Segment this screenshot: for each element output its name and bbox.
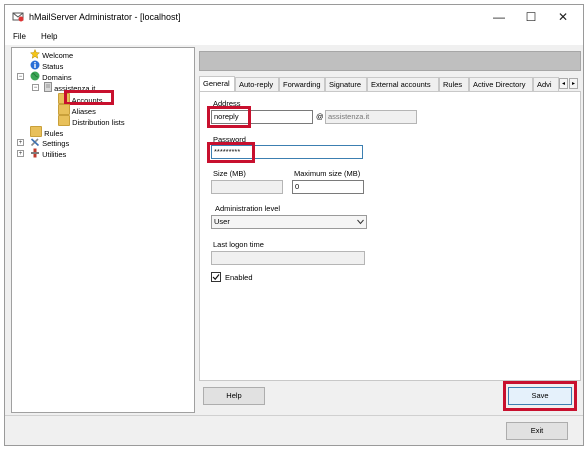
info-icon — [30, 60, 40, 70]
check-icon — [212, 274, 220, 281]
tree-item-welcome[interactable]: Welcome — [29, 48, 74, 60]
tab-signature[interactable]: Signature — [325, 77, 367, 91]
tools-icon — [30, 138, 40, 147]
at-sign: @ — [316, 112, 324, 121]
last-logon-label: Last logon time — [213, 240, 264, 249]
server-icon — [44, 82, 52, 92]
tree-label-status: Status — [42, 62, 64, 71]
tab-auto-reply[interactable]: Auto-reply — [235, 77, 279, 91]
chevron-down-icon — [357, 219, 364, 225]
tree-label-domains: Domains — [42, 73, 72, 82]
tab-external-accounts[interactable]: External accounts — [367, 77, 439, 91]
panel-header — [199, 51, 581, 71]
menu-help[interactable]: Help — [41, 32, 57, 41]
tab-general[interactable]: General — [199, 76, 235, 91]
tree-item-utilities[interactable]: Utilities — [30, 148, 66, 159]
tree-item-domains[interactable]: Domains — [30, 71, 72, 82]
app-icon — [12, 12, 24, 22]
expand-icon[interactable]: + — [17, 150, 24, 157]
help-button[interactable]: Help — [203, 387, 265, 405]
navigation-tree[interactable]: Welcome Status − Domains − assistenza.it… — [11, 47, 195, 413]
max-size-input[interactable]: 0 — [292, 180, 364, 194]
tab-active-directory[interactable]: Active Directory — [469, 77, 533, 91]
close-icon[interactable]: ✕ — [555, 10, 571, 24]
expand-icon[interactable]: + — [17, 139, 24, 146]
tab-scroll-right-icon[interactable]: ▸ — [569, 78, 578, 89]
tree-item-status[interactable]: Status — [30, 60, 63, 71]
exit-button[interactable]: Exit — [506, 422, 568, 440]
highlight-save — [503, 381, 577, 411]
size-field — [211, 180, 283, 194]
status-bar: Exit — [5, 415, 583, 445]
collapse-icon[interactable]: − — [32, 84, 39, 91]
menu-file[interactable]: File — [13, 32, 26, 41]
enabled-label: Enabled — [225, 273, 253, 282]
tree-item-distribution-lists[interactable]: Distribution lists — [58, 115, 125, 127]
minimize-icon[interactable]: — — [491, 10, 507, 24]
enabled-checkbox[interactable] — [211, 272, 221, 282]
maximize-icon[interactable]: ☐ — [523, 10, 539, 24]
app-window: hMailServer Administrator - [localhost] … — [4, 4, 584, 446]
last-logon-field — [211, 251, 365, 265]
folder-icon — [30, 126, 42, 137]
general-tab-page: Address noreply @ assistenza.it Password… — [199, 91, 581, 381]
folder-icon — [58, 104, 70, 115]
admin-level-value: User — [214, 217, 230, 226]
tree-label-distribution-lists: Distribution lists — [72, 118, 125, 127]
tree-item-aliases[interactable]: Aliases — [58, 104, 96, 116]
tree-item-rules[interactable]: Rules — [30, 126, 63, 138]
folder-icon — [58, 115, 70, 126]
collapse-icon[interactable]: − — [17, 73, 24, 80]
utilities-icon — [31, 148, 39, 158]
tab-strip: General Auto-reply Forwarding Signature … — [199, 76, 581, 91]
size-label: Size (MB) — [213, 169, 246, 178]
tree-item-settings[interactable]: Settings — [30, 137, 69, 148]
tree-label-utilities: Utilities — [42, 150, 67, 159]
admin-level-label: Administration level — [215, 204, 281, 213]
tab-scroll-left-icon[interactable]: ◂ — [559, 78, 568, 89]
tab-forwarding[interactable]: Forwarding — [279, 77, 325, 91]
highlight-accounts — [64, 90, 114, 105]
menu-bar: File Help — [5, 29, 583, 45]
highlight-password — [207, 142, 255, 163]
account-panel: General Auto-reply Forwarding Signature … — [199, 51, 581, 413]
max-size-label: Maximum size (MB) — [294, 169, 361, 178]
tab-advanced[interactable]: Advi — [533, 77, 559, 91]
admin-level-select[interactable]: User — [211, 215, 367, 229]
highlight-address — [207, 106, 251, 128]
window-title: hMailServer Administrator - [localhost] — [29, 12, 181, 22]
title-bar: hMailServer Administrator - [localhost] … — [5, 5, 583, 29]
tree-label-settings: Settings — [42, 139, 70, 148]
globe-icon — [30, 71, 40, 81]
tree-label-welcome: Welcome — [42, 51, 74, 60]
star-icon — [29, 48, 41, 59]
tab-rules[interactable]: Rules — [439, 77, 469, 91]
domain-field: assistenza.it — [325, 110, 417, 124]
